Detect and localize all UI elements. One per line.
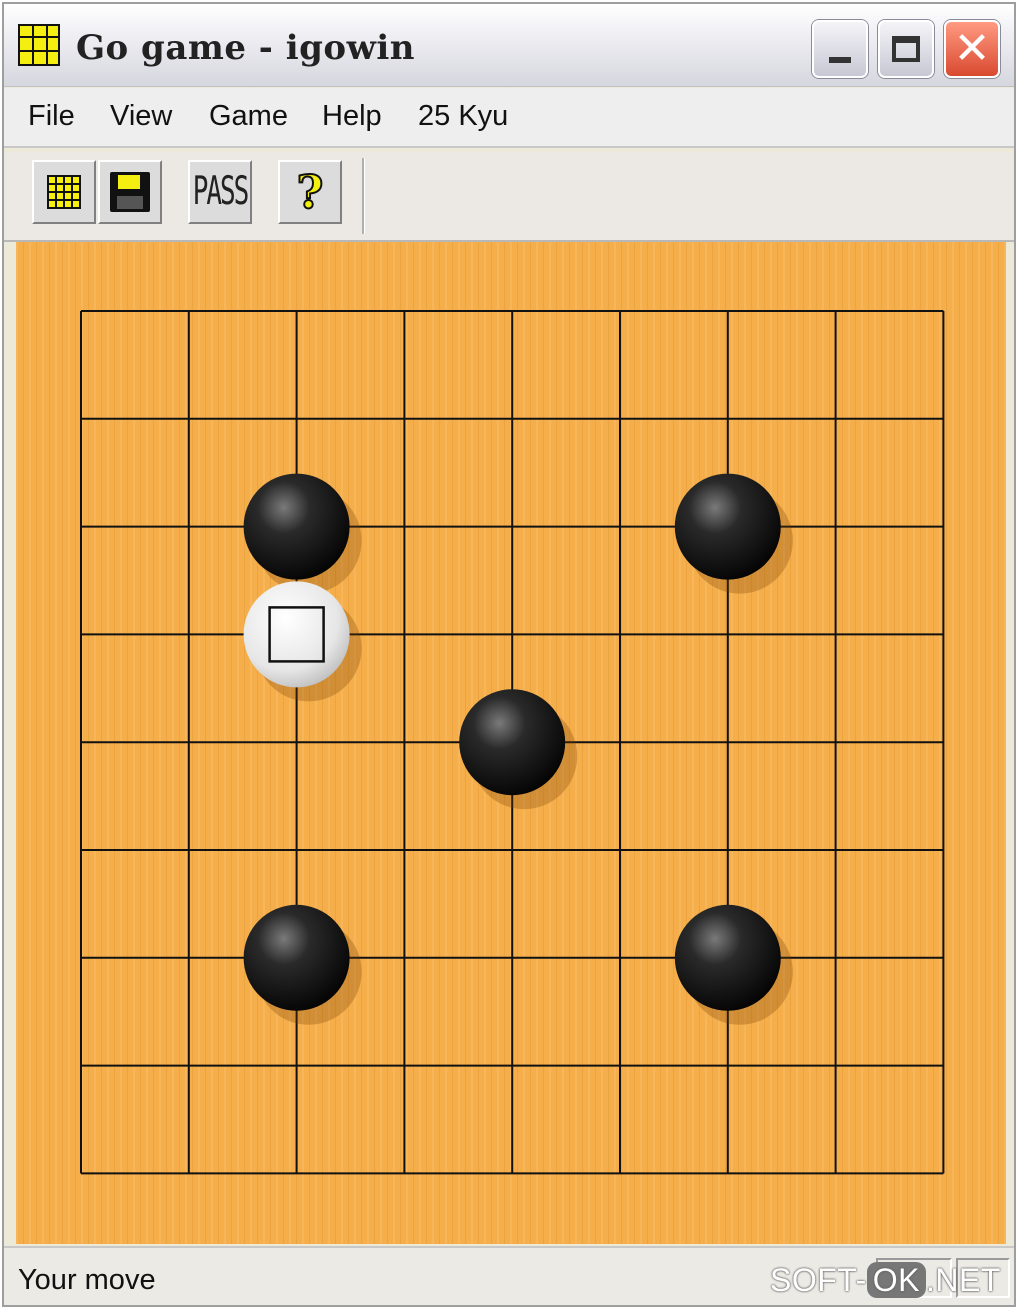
black-stone <box>243 904 350 1011</box>
menu-level[interactable]: 25 Kyu <box>418 100 508 133</box>
white-stone <box>243 581 350 688</box>
maximize-button[interactable] <box>878 20 934 78</box>
help-button[interactable]: ? <box>278 160 342 224</box>
black-stone <box>459 689 566 796</box>
pass-icon: PASS <box>192 169 250 215</box>
title-bar[interactable]: Go game - igowin ✕ <box>4 4 1014 87</box>
menu-file[interactable]: File <box>28 100 75 133</box>
help-icon: ? <box>296 165 325 219</box>
minimize-button[interactable] <box>812 20 868 78</box>
save-disk-icon <box>110 172 150 212</box>
save-button[interactable] <box>98 160 162 224</box>
watermark-suffix: .NET <box>925 1262 1001 1298</box>
app-window: Go game - igowin ✕ File View Game Help 2… <box>2 2 1016 1307</box>
close-button[interactable]: ✕ <box>944 20 1000 78</box>
black-stone <box>674 904 781 1011</box>
toolbar: PASS ? <box>4 152 1014 242</box>
pass-button[interactable]: PASS <box>188 160 252 224</box>
board-canvas[interactable] <box>16 242 1006 1244</box>
go-board[interactable] <box>16 242 1006 1244</box>
toolbar-separator <box>362 158 365 234</box>
black-stone <box>243 473 350 580</box>
status-text: Your move <box>18 1264 156 1296</box>
window-title: Go game - igowin <box>76 28 416 68</box>
menu-help[interactable]: Help <box>322 100 382 133</box>
watermark-prefix: SOFT- <box>770 1262 867 1298</box>
minimize-icon <box>829 57 851 63</box>
black-stone <box>674 473 781 580</box>
close-icon: ✕ <box>953 23 991 74</box>
go-board-app-icon <box>18 24 60 66</box>
watermark-ok: OK <box>866 1262 926 1298</box>
menu-game[interactable]: Game <box>209 100 288 133</box>
new-board-button[interactable] <box>32 160 96 224</box>
watermark: SOFT- OK .NET <box>770 1262 1001 1299</box>
board-grid-icon <box>47 175 81 209</box>
maximize-icon <box>892 36 920 62</box>
menu-bar: File View Game Help 25 Kyu <box>4 88 1014 148</box>
menu-view[interactable]: View <box>110 100 172 133</box>
